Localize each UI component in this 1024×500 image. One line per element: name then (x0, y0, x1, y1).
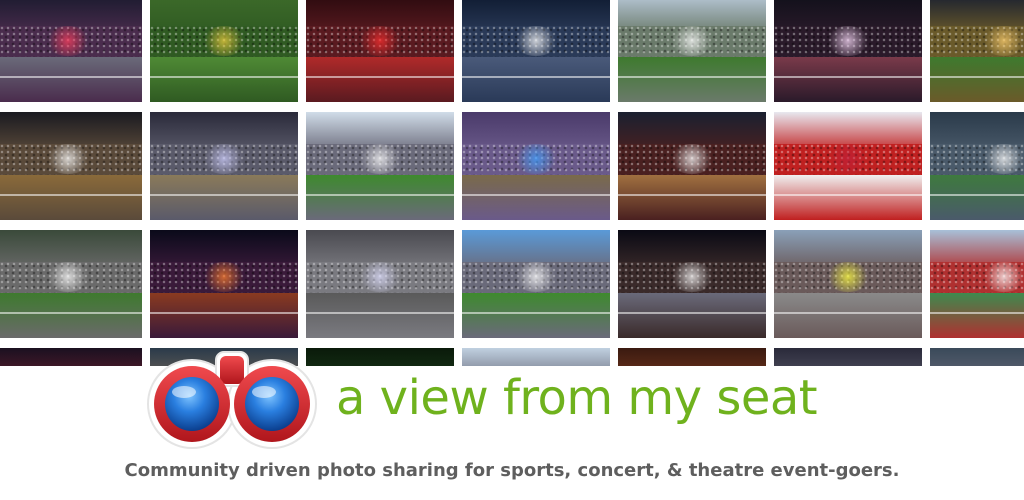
photo-concert-arena (462, 0, 610, 102)
photo-arena-upper-deck (774, 348, 922, 366)
photo-football-stadium-night (930, 0, 1024, 102)
photo-indycar-race (774, 230, 922, 338)
photo-monster-truck-jump (462, 112, 610, 220)
photo-concert-green-lights (306, 348, 454, 366)
tagline: Community driven photo sharing for sport… (124, 460, 900, 481)
photo-baseball-lineup (0, 230, 142, 338)
photo-mosaic (0, 0, 1024, 366)
photo-hockey-players (774, 112, 922, 220)
photo-football-players (150, 0, 298, 102)
photo-monster-truck-dirt (150, 112, 298, 220)
photo-basketball-dunk (618, 112, 766, 220)
photo-theatre-curtain (618, 348, 766, 366)
photo-arena-red-seats (0, 348, 142, 366)
photo-concert-fire (150, 230, 298, 338)
photo-rodeo-arena (0, 112, 142, 220)
photo-outdoor-stadium-wide (462, 348, 610, 366)
photo-ballpark-fans (462, 230, 610, 338)
brand-name: a view from my seat (336, 370, 818, 426)
photo-baseball-day (618, 0, 766, 102)
photo-hockey-rink-lights (306, 0, 454, 102)
photo-wrestling-arena (0, 0, 142, 102)
photo-arena-scoreboard (774, 0, 922, 102)
photo-yankee-stadium (306, 112, 454, 220)
binoculars-icon (147, 351, 317, 449)
photo-indoor-lacrosse (930, 112, 1024, 220)
photo-arena-lower-bowl (930, 348, 1024, 366)
photo-soccer-stadium-seats (930, 230, 1024, 338)
photo-theatre-flag (306, 230, 454, 338)
photo-ufc-octagon (618, 230, 766, 338)
